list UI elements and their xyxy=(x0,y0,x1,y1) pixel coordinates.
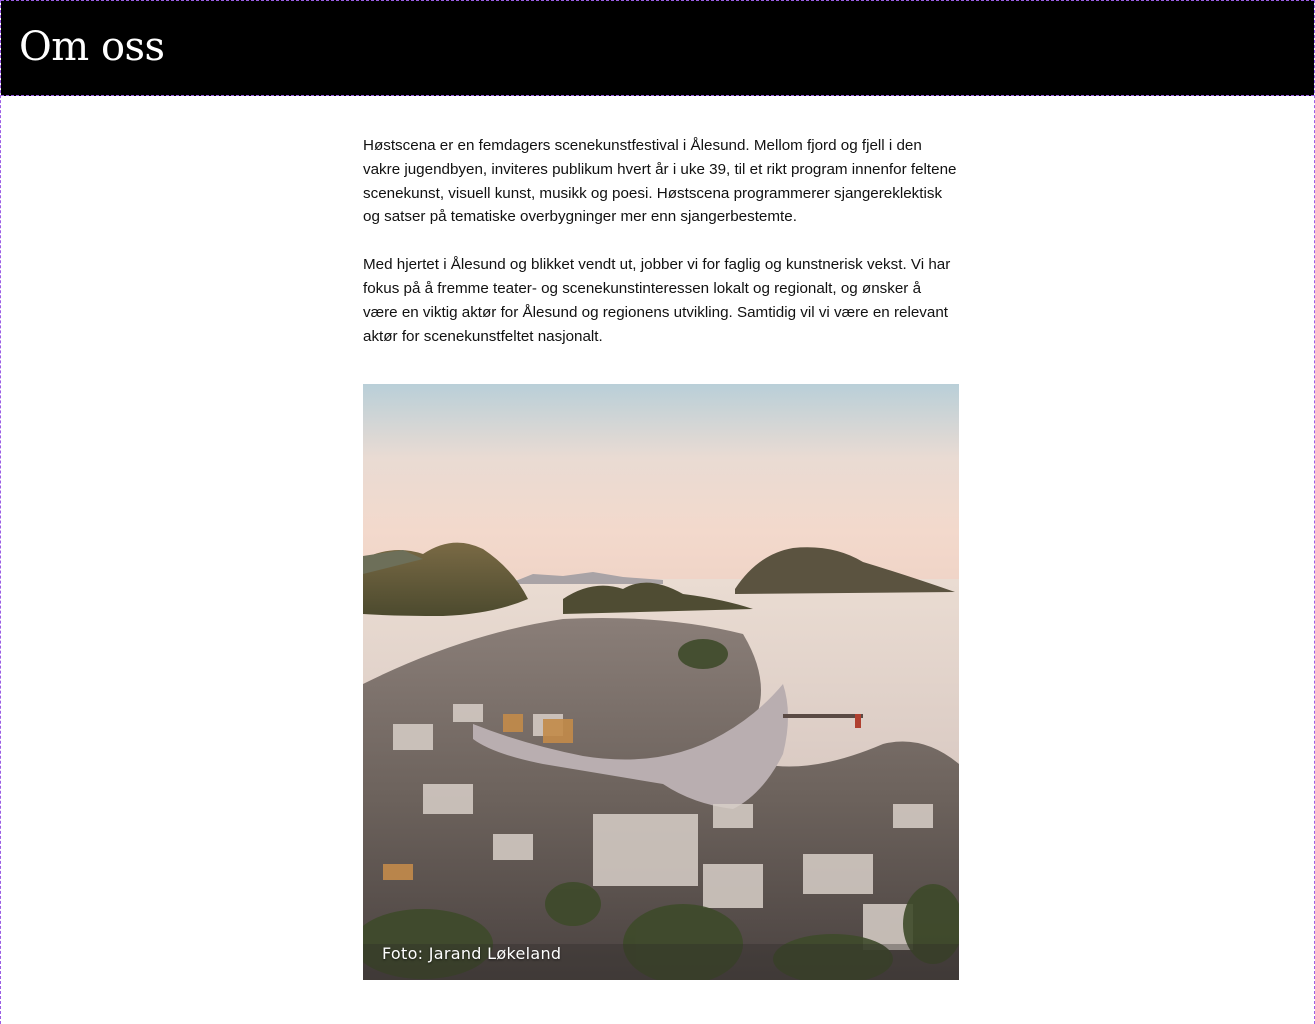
photo-credit: Foto: Jarand Løkeland xyxy=(382,944,562,963)
intro-paragraph: Høstscena er en femdagers scenekunstfest… xyxy=(363,137,957,226)
mission-paragraph: Med hjertet i Ålesund og blikket vendt u… xyxy=(363,256,951,345)
page-header: Om oss xyxy=(1,0,1314,96)
page-title: Om oss xyxy=(19,24,165,70)
aalesund-photo: Foto: Jarand Løkeland xyxy=(363,384,959,980)
city-view-image xyxy=(363,384,959,980)
main-content: Høstscena er en femdagers scenekunstfest… xyxy=(363,134,959,372)
